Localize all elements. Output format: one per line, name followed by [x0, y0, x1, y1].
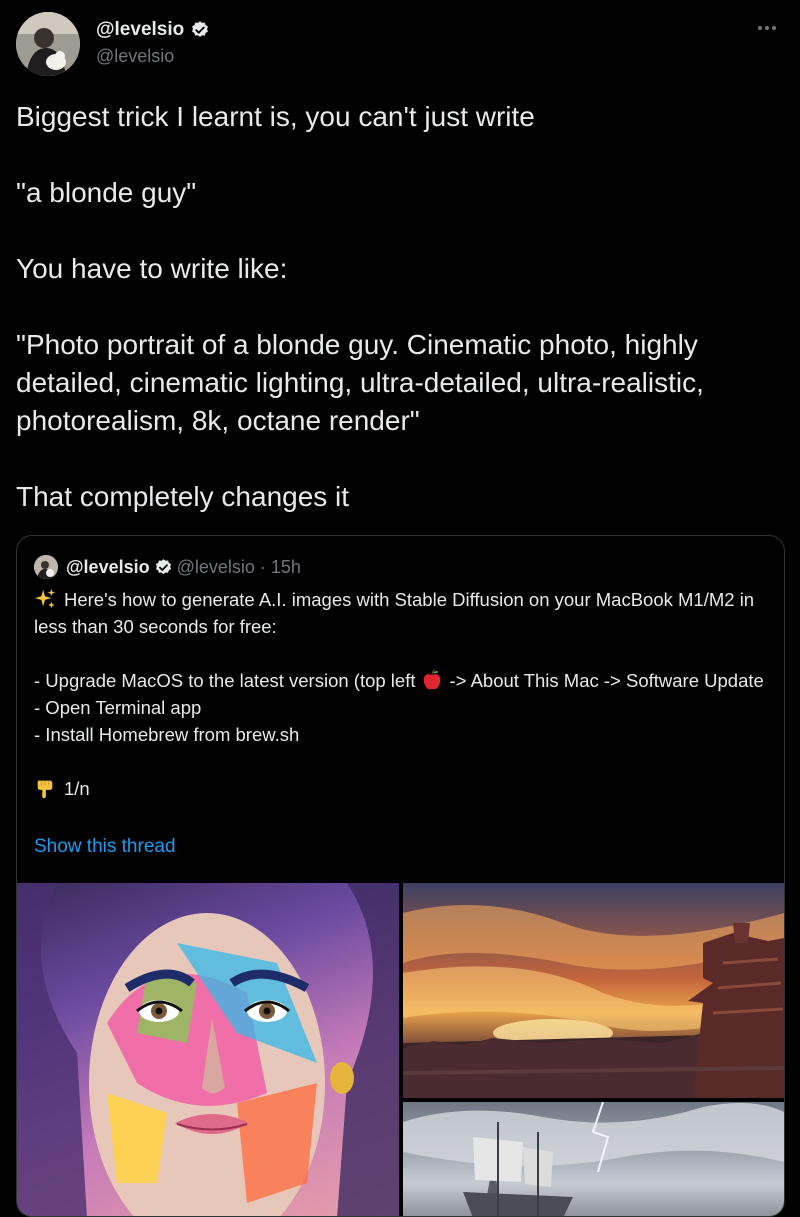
- media-image-ship[interactable]: [403, 1102, 784, 1216]
- pointing-down-icon: [37, 780, 53, 799]
- verified-badge-icon: [155, 558, 171, 574]
- quoted-line: 1/n: [34, 775, 764, 802]
- time-separator: ·: [259, 556, 266, 577]
- author-name[interactable]: @levelsio: [96, 19, 184, 41]
- tweet-line: "Photo portrait of a blonde guy. Cinemat…: [16, 329, 704, 436]
- thread-count: 1/n: [64, 778, 90, 799]
- media-image-portrait[interactable]: [17, 883, 399, 1216]
- author-avatar[interactable]: [16, 12, 80, 76]
- quoted-line: - Upgrade MacOS to the latest version (t…: [34, 667, 764, 694]
- author-name-row[interactable]: @levelsio: [96, 19, 210, 41]
- tweet-line: That completely changes it: [16, 481, 350, 512]
- tweet-text: Biggest trick I learnt is, you can't jus…: [16, 98, 786, 516]
- show-thread-link[interactable]: Show this thread: [34, 836, 176, 858]
- more-options-icon[interactable]: [758, 22, 782, 34]
- quoted-tweet-time: 15h: [270, 556, 301, 577]
- sparkles-icon: [34, 588, 56, 609]
- tweet-line: You have to write like:: [16, 253, 288, 284]
- quoted-tweet-card[interactable]: @levelsio @levelsio · 15h Here's how to …: [16, 535, 785, 1217]
- quoted-line: - Install Homebrew from brew.sh: [34, 724, 300, 745]
- quoted-author-avatar: [34, 555, 58, 579]
- quoted-line-text: Here's how to generate A.I. images with …: [34, 589, 755, 637]
- quoted-line-text: - Upgrade MacOS to the latest version (t…: [34, 670, 416, 691]
- verified-badge-icon: [192, 21, 209, 37]
- red-apple-icon: [424, 669, 441, 690]
- quoted-author-name: @levelsio: [66, 556, 150, 577]
- quoted-line: - Open Terminal app: [34, 697, 202, 718]
- author-handle[interactable]: @levelsio: [96, 46, 174, 67]
- quoted-line: Here's how to generate A.I. images with …: [34, 586, 764, 640]
- media-image-sunset-city[interactable]: [403, 883, 784, 1098]
- media-grid: [17, 883, 784, 1216]
- tweet-line: "a blonde guy": [16, 177, 197, 208]
- quoted-tweet-text: Here's how to generate A.I. images with …: [34, 586, 764, 802]
- tweet-line: Biggest trick I learnt is, you can't jus…: [16, 101, 535, 132]
- quoted-author-handle: @levelsio: [176, 556, 255, 577]
- quoted-line-text: -> About This Mac -> Software Update: [449, 670, 764, 691]
- quoted-tweet-header: @levelsio @levelsio · 15h: [34, 555, 301, 579]
